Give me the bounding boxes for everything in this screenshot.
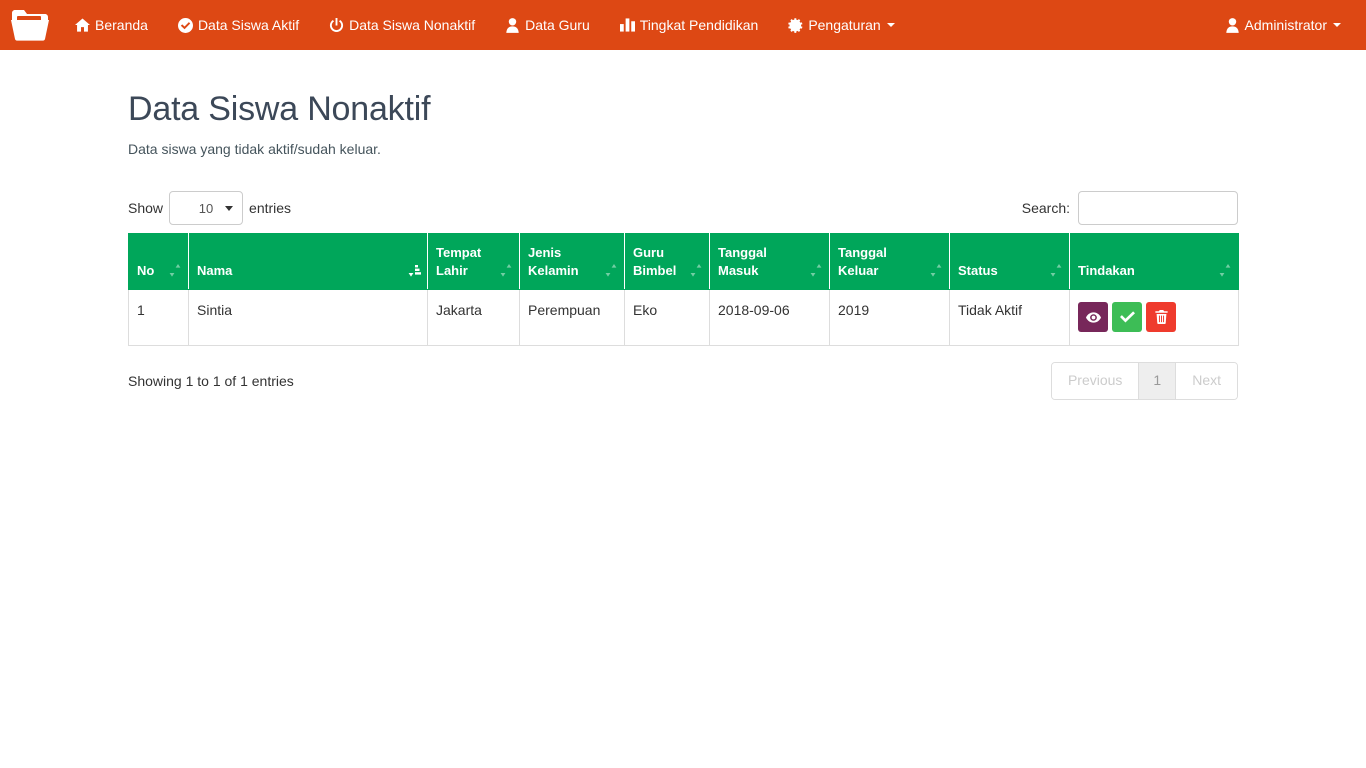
brand-logo[interactable] [0, 0, 60, 50]
pagination-page-1[interactable]: 1 [1139, 363, 1177, 399]
nav-item-beranda[interactable]: Beranda [60, 0, 163, 50]
cell-jenis-kelamin: Perempuan [519, 289, 625, 347]
sort-both-icon [1050, 264, 1062, 277]
pagination-previous[interactable]: Previous [1051, 363, 1140, 399]
delete-button[interactable] [1146, 302, 1176, 333]
column-header-guru-bimbel[interactable]: Guru Bimbel [624, 233, 710, 291]
trash-icon [1154, 310, 1168, 325]
column-header-tanggal-masuk[interactable]: Tanggal Masuk [709, 233, 830, 291]
column-header-nama[interactable]: Nama [188, 233, 428, 291]
top-navbar: Beranda Data Siswa Aktif Data Siswa Nona… [0, 0, 1366, 50]
nav-item-administrator[interactable]: Administrator [1210, 0, 1356, 50]
nav-label: Data Siswa Aktif [197, 17, 300, 33]
sort-both-icon [169, 264, 181, 277]
page-subtitle: Data siswa yang tidak aktif/sudah keluar… [128, 141, 381, 158]
home-icon [75, 18, 90, 33]
cell-tanggal-masuk: 2018-09-06 [709, 289, 830, 347]
chevron-down-icon [886, 23, 895, 27]
students-table: No Nama Tempat Lahir Jenis Kelamin Guru … [128, 233, 1239, 347]
view-button[interactable] [1078, 302, 1108, 333]
cell-guru-bimbel: Eko [624, 289, 710, 347]
check-icon [1119, 311, 1135, 323]
row-action-buttons [1078, 302, 1230, 333]
check-circle-icon [177, 17, 193, 33]
nav-item-pengaturan[interactable]: Pengaturan [773, 0, 909, 50]
datatable-length-control: Show 10 25 50 100 entries [128, 191, 292, 226]
column-label: Status [958, 262, 998, 278]
column-label: Tanggal Keluar [838, 245, 887, 278]
sort-both-icon [810, 264, 822, 277]
sort-both-icon [930, 264, 942, 277]
user-icon [1225, 17, 1240, 33]
column-header-tindakan[interactable]: Tindakan [1069, 233, 1239, 291]
table-row: 1 Sintia Jakarta Perempuan Eko 2018-09-0… [128, 289, 1239, 347]
cell-tanggal-keluar: 2019 [829, 289, 950, 347]
datatable-search-control: Search: [1021, 191, 1238, 226]
column-header-tempat-lahir[interactable]: Tempat Lahir [427, 233, 520, 291]
datatable-footer: Showing 1 to 1 of 1 entries Previous 1 N… [128, 362, 1238, 400]
nav-label: Data Guru [525, 17, 590, 33]
sort-both-icon [690, 264, 702, 277]
chevron-down-icon [1333, 23, 1341, 27]
power-off-icon [329, 17, 344, 33]
nav-item-data-guru[interactable]: Data Guru [490, 0, 605, 50]
user-icon [505, 17, 520, 33]
activate-button[interactable] [1112, 302, 1142, 333]
entries-select-wrap: 10 25 50 100 [163, 191, 249, 226]
pagination-next[interactable]: Next [1176, 363, 1237, 399]
nav-menu: Beranda Data Siswa Aktif Data Siswa Nona… [60, 0, 1210, 50]
cell-no: 1 [128, 289, 189, 347]
cell-tempat-lahir: Jakarta [427, 289, 520, 347]
gear-icon [788, 17, 803, 33]
nav-item-data-siswa-nonaktif[interactable]: Data Siswa Nonaktif [314, 0, 490, 50]
column-label: Tanggal Masuk [718, 245, 767, 278]
column-label: Jenis Kelamin [528, 245, 579, 278]
cell-status: Tidak Aktif [949, 289, 1070, 347]
bar-chart-icon [619, 18, 635, 33]
sort-both-icon [1219, 264, 1231, 277]
nav-label: Pengaturan [808, 17, 881, 33]
nav-user-area: Administrator [1210, 0, 1366, 50]
datatable-info: Showing 1 to 1 of 1 entries [128, 373, 294, 390]
nav-label: Data Siswa Nonaktif [349, 17, 476, 33]
folder-icon [10, 8, 50, 42]
column-header-jenis-kelamin[interactable]: Jenis Kelamin [519, 233, 625, 291]
table-header: No Nama Tempat Lahir Jenis Kelamin Guru … [128, 233, 1239, 291]
eye-icon [1085, 312, 1101, 323]
sort-amount-asc-icon [408, 264, 421, 277]
cell-tindakan [1069, 289, 1239, 347]
nav-item-tingkat-pendidikan[interactable]: Tingkat Pendidikan [605, 0, 774, 50]
column-label: Tindakan [1078, 262, 1135, 278]
main-container: Data Siswa Nonaktif Data siswa yang tida… [113, 90, 1253, 400]
column-header-tanggal-keluar[interactable]: Tanggal Keluar [829, 233, 950, 291]
pagination: Previous 1 Next [1050, 362, 1238, 400]
nav-item-data-siswa-aktif[interactable]: Data Siswa Aktif [163, 0, 314, 50]
search-input[interactable] [1078, 191, 1238, 226]
column-header-no[interactable]: No [128, 233, 189, 291]
page-title: Data Siswa Nonaktif [128, 90, 431, 128]
entries-select[interactable]: 10 25 50 100 [169, 191, 244, 226]
column-header-status[interactable]: Status [949, 233, 1070, 291]
table-body: 1 Sintia Jakarta Perempuan Eko 2018-09-0… [128, 289, 1239, 347]
nav-label: Tingkat Pendidikan [639, 17, 759, 33]
cell-nama: Sintia [188, 289, 428, 347]
nav-user-label: Administrator [1244, 17, 1327, 33]
entries-label: entries [249, 200, 292, 217]
search-label: Search: [1021, 200, 1070, 217]
sort-both-icon [605, 264, 617, 277]
show-label: Show [128, 200, 164, 217]
sort-both-icon [500, 264, 512, 277]
datatable-controls: Show 10 25 50 100 entries Search: [128, 191, 1238, 226]
table-header-row: No Nama Tempat Lahir Jenis Kelamin Guru … [128, 233, 1239, 291]
nav-label: Beranda [95, 17, 148, 33]
column-label: Nama [197, 262, 233, 278]
